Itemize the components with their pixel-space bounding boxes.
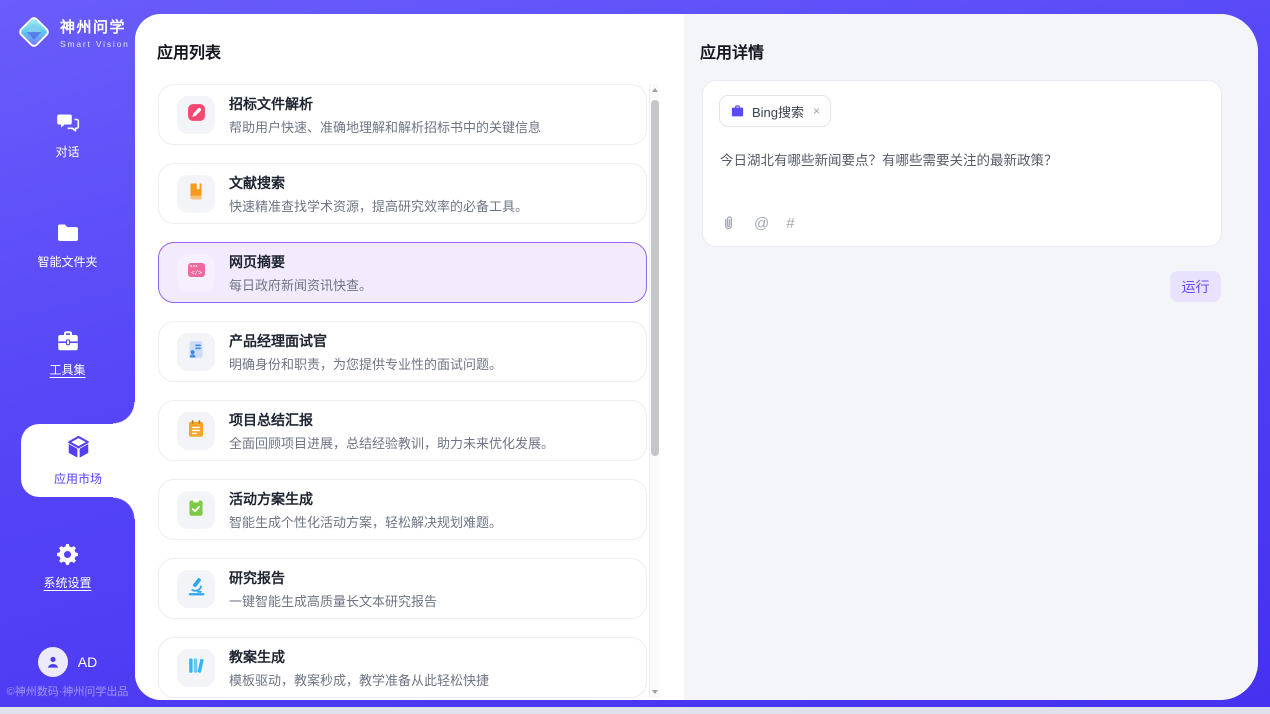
browser-code-icon: </> — [186, 260, 207, 285]
sidebar-footer: ©神州数码·神州问学出品 — [0, 683, 135, 699]
brand-subtitle: Smart Vision — [60, 39, 130, 49]
app-card-text: 研究报告 一键智能生成高质量长文本研究报告 — [229, 568, 437, 610]
cube-icon — [65, 434, 92, 464]
person-icon — [44, 653, 62, 671]
user-account[interactable]: AD — [0, 647, 135, 677]
briefcase-icon — [730, 104, 745, 118]
app-card-text: 活动方案生成 智能生成个性化活动方案，轻松解决规划难题。 — [229, 489, 502, 531]
sidebar-item-app-market[interactable]: 应用市场 — [21, 424, 135, 497]
app-icon-box — [177, 96, 215, 134]
diamond-logo-icon — [15, 13, 53, 51]
svg-text:</>: </> — [190, 270, 201, 277]
sidebar-item-chat[interactable]: 对话 — [0, 110, 135, 160]
app-card-text: 教案生成 模板驱动，教案秒成，教学准备从此轻松快捷 — [229, 647, 489, 689]
app-card-desc: 帮助用户快速、准确地理解和解析招标书中的关键信息 — [229, 117, 541, 136]
app-card-title: 活动方案生成 — [229, 489, 502, 509]
app-card-text: 项目总结汇报 全面回顾项目进展，总结经验教训，助力未来优化发展。 — [229, 410, 554, 452]
book-icon — [186, 181, 206, 207]
query-composer[interactable]: Bing搜索 × 今日湖北有哪些新闻要点？有哪些需要关注的最新政策？ @ # — [702, 80, 1222, 247]
app-card-5[interactable]: 项目总结汇报 全面回顾项目进展，总结经验教训，助力未来优化发展。 — [158, 400, 647, 461]
sidebar: 神州问学 Smart Vision 对话 智能文件夹 — [0, 0, 135, 707]
sidebar-item-toolset[interactable]: 工具集 — [0, 328, 135, 378]
scrollbar[interactable] — [649, 84, 659, 698]
app-icon-box — [177, 412, 215, 450]
attachment-paperclip-icon[interactable] — [720, 214, 737, 232]
toolbox-icon — [55, 328, 81, 354]
app-card-text: 文献搜索 快速精准查找学术资源，提高研究效率的必备工具。 — [229, 173, 528, 215]
sidebar-item-label: 系统设置 — [43, 574, 91, 591]
app-card-text: 产品经理面试官 明确身份和职责，为您提供专业性的面试问题。 — [229, 331, 502, 373]
notepad-icon — [186, 418, 206, 444]
app-card-1[interactable]: 招标文件解析 帮助用户快速、准确地理解和解析招标书中的关键信息 — [158, 84, 647, 145]
app-card-desc: 一键智能生成高质量长文本研究报告 — [229, 591, 437, 610]
app-card-title: 产品经理面试官 — [229, 331, 502, 351]
user-name: AD — [78, 654, 97, 670]
app-card-2[interactable]: 文献搜索 快速精准查找学术资源，提高研究效率的必备工具。 — [158, 163, 647, 224]
sidebar-item-label: 应用市场 — [54, 470, 102, 487]
run-button[interactable]: 运行 — [1170, 271, 1221, 302]
app-card-title: 教案生成 — [229, 647, 489, 667]
sidebar-item-label: 工具集 — [49, 361, 85, 378]
app-card-title: 项目总结汇报 — [229, 410, 554, 430]
tool-tag-label: Bing搜索 — [752, 102, 804, 121]
books-icon — [186, 655, 206, 681]
app-card-text: 网页摘要 每日政府新闻资讯快查。 — [229, 252, 372, 294]
sidebar-item-settings[interactable]: 系统设置 — [0, 541, 135, 591]
close-icon[interactable]: × — [813, 104, 820, 118]
sidebar-item-smart-folder[interactable]: 智能文件夹 — [0, 220, 135, 270]
app-card-title: 网页摘要 — [229, 252, 372, 272]
brand-logo: 神州问学 Smart Vision — [15, 13, 130, 51]
query-text[interactable]: 今日湖北有哪些新闻要点？有哪些需要关注的最新政策？ — [720, 151, 1206, 171]
hash-icon[interactable]: # — [786, 215, 794, 232]
app-card-desc: 快速精准查找学术资源，提高研究效率的必备工具。 — [229, 196, 528, 215]
brand-name: 神州问学 — [60, 16, 130, 37]
app-card-desc: 模板驱动，教案秒成，教学准备从此轻松快捷 — [229, 670, 489, 689]
app-card-3[interactable]: </> 网页摘要 每日政府新闻资讯快查。 — [158, 242, 647, 303]
composer-toolbar: @ # — [720, 214, 795, 232]
app-card-7[interactable]: 研究报告 一键智能生成高质量长文本研究报告 — [158, 558, 647, 619]
main-panel: 应用列表 招标文件解析 帮助用户快速、准确地理解和解析招标书中的关键信息 文献搜… — [135, 14, 1258, 700]
app-icon-box: </> — [177, 254, 215, 292]
app-list-title: 应用列表 — [157, 39, 221, 63]
sidebar-item-label: 对话 — [55, 143, 79, 160]
mention-at-icon[interactable]: @ — [754, 215, 769, 232]
edit-square-icon — [186, 102, 207, 128]
app-icon-box — [177, 175, 215, 213]
app-card-6[interactable]: 活动方案生成 智能生成个性化活动方案，轻松解决规划难题。 — [158, 479, 647, 540]
app-card-title: 招标文件解析 — [229, 94, 541, 114]
scroll-up-arrow-icon[interactable] — [650, 84, 660, 96]
app-icon-box — [177, 649, 215, 687]
app-card-title: 研究报告 — [229, 568, 437, 588]
interviewer-icon — [186, 339, 206, 365]
app-card-title: 文献搜索 — [229, 173, 528, 193]
folder-icon — [55, 220, 81, 246]
scroll-down-arrow-icon[interactable] — [650, 686, 660, 698]
avatar — [38, 647, 68, 677]
clipboard-check-icon — [186, 497, 206, 523]
app-icon-box — [177, 570, 215, 608]
app-card-desc: 智能生成个性化活动方案，轻松解决规划难题。 — [229, 512, 502, 531]
app-shell: 神州问学 Smart Vision 对话 智能文件夹 — [0, 0, 1270, 707]
app-card-4[interactable]: 产品经理面试官 明确身份和职责，为您提供专业性的面试问题。 — [158, 321, 647, 382]
app-icon-box — [177, 491, 215, 529]
app-card-desc: 全面回顾项目进展，总结经验教训，助力未来优化发展。 — [229, 433, 554, 452]
tool-tag-bing-search[interactable]: Bing搜索 × — [719, 95, 831, 127]
app-card-desc: 明确身份和职责，为您提供专业性的面试问题。 — [229, 354, 502, 373]
gear-icon — [55, 541, 80, 567]
sidebar-item-label: 智能文件夹 — [37, 253, 97, 270]
scrollbar-thumb[interactable] — [651, 100, 659, 456]
app-card-8[interactable]: 教案生成 模板驱动，教案秒成，教学准备从此轻松快捷 — [158, 637, 647, 698]
app-detail-panel: 应用详情 Bing搜索 × 今日湖北有哪些新闻要点？有哪些需要关注的最新政策？ — [684, 14, 1258, 700]
chat-icon — [55, 110, 81, 136]
app-card-text: 招标文件解析 帮助用户快速、准确地理解和解析招标书中的关键信息 — [229, 94, 541, 136]
app-card-desc: 每日政府新闻资讯快查。 — [229, 275, 372, 294]
app-detail-title: 应用详情 — [700, 39, 764, 63]
microscope-icon — [186, 576, 207, 602]
app-icon-box — [177, 333, 215, 371]
app-list-panel: 应用列表 招标文件解析 帮助用户快速、准确地理解和解析招标书中的关键信息 文献搜… — [135, 14, 684, 700]
app-card-list: 招标文件解析 帮助用户快速、准确地理解和解析招标书中的关键信息 文献搜索 快速精… — [158, 84, 647, 700]
